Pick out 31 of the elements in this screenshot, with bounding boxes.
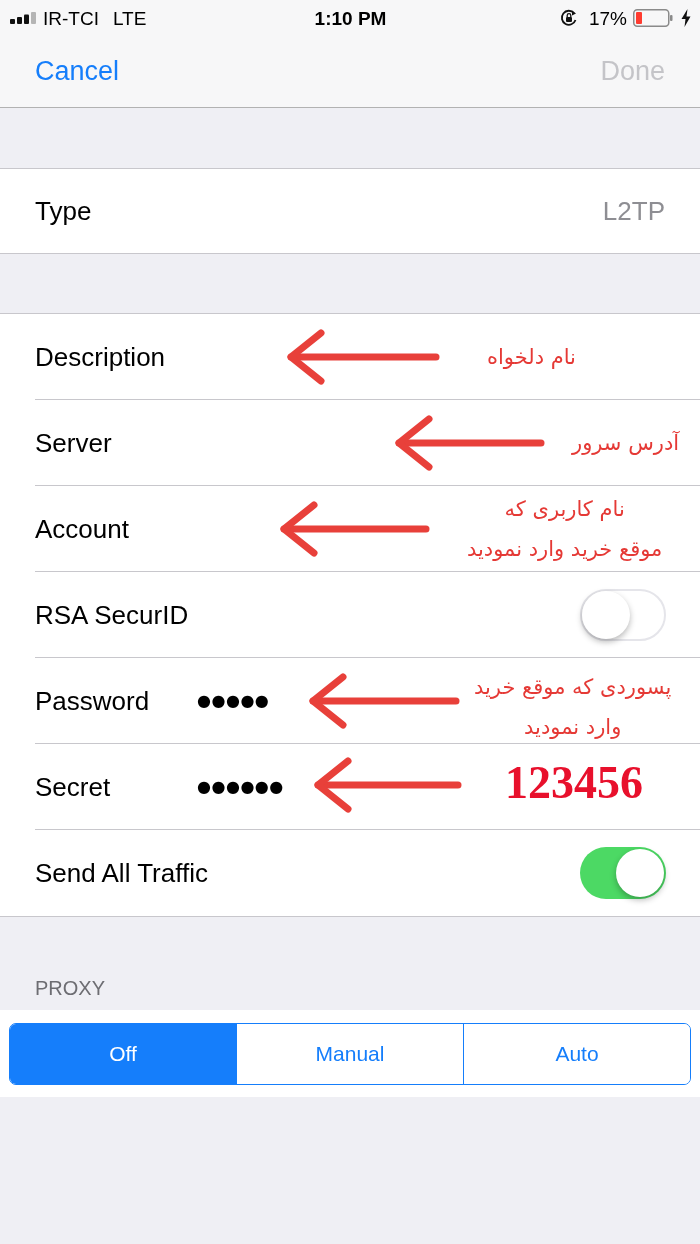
password-field[interactable]: ●●●●●● [197,778,284,795]
network-type: LTE [112,8,147,28]
battery-percent: 17% [588,8,627,28]
row-label: Account [35,515,129,542]
annotation-number: 123456 [505,760,643,806]
annotation-note: نام دلخواه [487,344,576,371]
row-label: Description [35,343,166,370]
signal-icon [10,12,36,24]
status-time: 1:10 PM [314,8,387,28]
row-label: Secret [35,773,112,800]
annotation-note: پسوردی که موقع خرید وارد نمودید [474,674,672,741]
row-label: Type [35,198,92,224]
cancel-button[interactable]: Cancel [35,58,120,85]
row-label: Password [35,687,151,714]
type-row[interactable]: Type L2TP [0,168,700,254]
toggle-switch[interactable] [580,588,666,641]
annotation-note: آدرس سرور [572,430,680,457]
annotation-note: نام کاربری که موقع خرید وارد نمودید [467,496,663,563]
row-label: Send All Traffic [35,860,209,886]
rotation-lock-icon [559,9,578,27]
carrier-name: IR-TCI [43,8,99,28]
row-label: Server [35,429,112,456]
type-value: L2TP [602,198,665,224]
charging-bolt-icon [681,9,691,27]
section-header: PROXY [35,978,106,998]
segment-tab[interactable]: Off [10,1023,236,1084]
segment-tab[interactable]: Auto [463,1023,690,1084]
row-label: RSA SecurID [35,601,190,628]
password-field[interactable]: ●●●●● [197,692,270,709]
battery-icon [633,9,673,27]
toggle-switch[interactable] [580,847,666,899]
